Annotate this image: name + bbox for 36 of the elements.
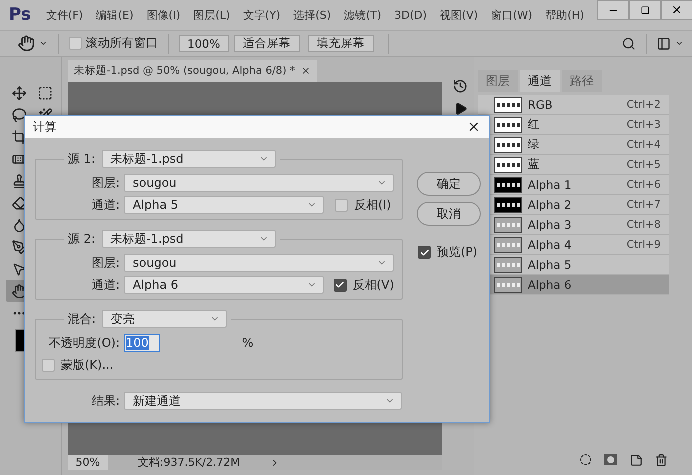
channel-label: 通道: — [92, 196, 120, 214]
channel-name: Alpha 6 — [528, 278, 572, 292]
channel-shortcut: Ctrl+8 — [626, 218, 661, 230]
percent-label: % — [242, 336, 254, 350]
source-label: 源 2: — [68, 230, 96, 248]
channel-name: Alpha 3 — [528, 218, 572, 232]
channel-shortcut: Ctrl+7 — [626, 198, 661, 210]
checkbox-label: 反相(I) — [354, 196, 392, 214]
channel-name: Alpha 5 — [528, 258, 572, 272]
dialog-title: 计算 — [33, 118, 57, 136]
source-label: 源 1: — [68, 150, 96, 168]
checkbox-label: 滚动所有窗口 — [86, 35, 158, 52]
blend-label: 混合: — [68, 310, 96, 328]
layer-label: 图层: — [92, 174, 120, 192]
channel-name: 蓝 — [528, 157, 540, 172]
channel-name: Alpha 4 — [528, 238, 572, 252]
channel-name: 红 — [528, 117, 540, 132]
channel-shortcut: Ctrl+3 — [626, 118, 661, 130]
channel-shortcut: Ctrl+6 — [626, 178, 661, 190]
channel-name: Alpha 2 — [528, 198, 572, 212]
result-label: 结果: — [92, 392, 120, 410]
checkbox-label: 蒙版(K)... — [61, 357, 114, 374]
channel-shortcut: Ctrl+9 — [626, 238, 661, 250]
document-size: 文档:937.5K/2.72M — [138, 455, 240, 470]
app-logo: Ps — [9, 5, 32, 25]
channel-shortcut: Ctrl+5 — [626, 158, 661, 170]
opacity-label: 不透明度(O): — [49, 334, 120, 352]
channel-label: 通道: — [92, 276, 120, 294]
checkbox-label: 反相(V) — [352, 276, 394, 294]
channel-name: Alpha 1 — [528, 178, 572, 192]
layer-label: 图层: — [92, 254, 120, 272]
checkbox-label: 预览(P) — [437, 244, 478, 261]
channel-name: 绿 — [528, 137, 540, 152]
channel-name: RGB — [528, 98, 553, 112]
channel-shortcut: Ctrl+4 — [626, 138, 661, 150]
channel-shortcut: Ctrl+2 — [626, 98, 661, 110]
